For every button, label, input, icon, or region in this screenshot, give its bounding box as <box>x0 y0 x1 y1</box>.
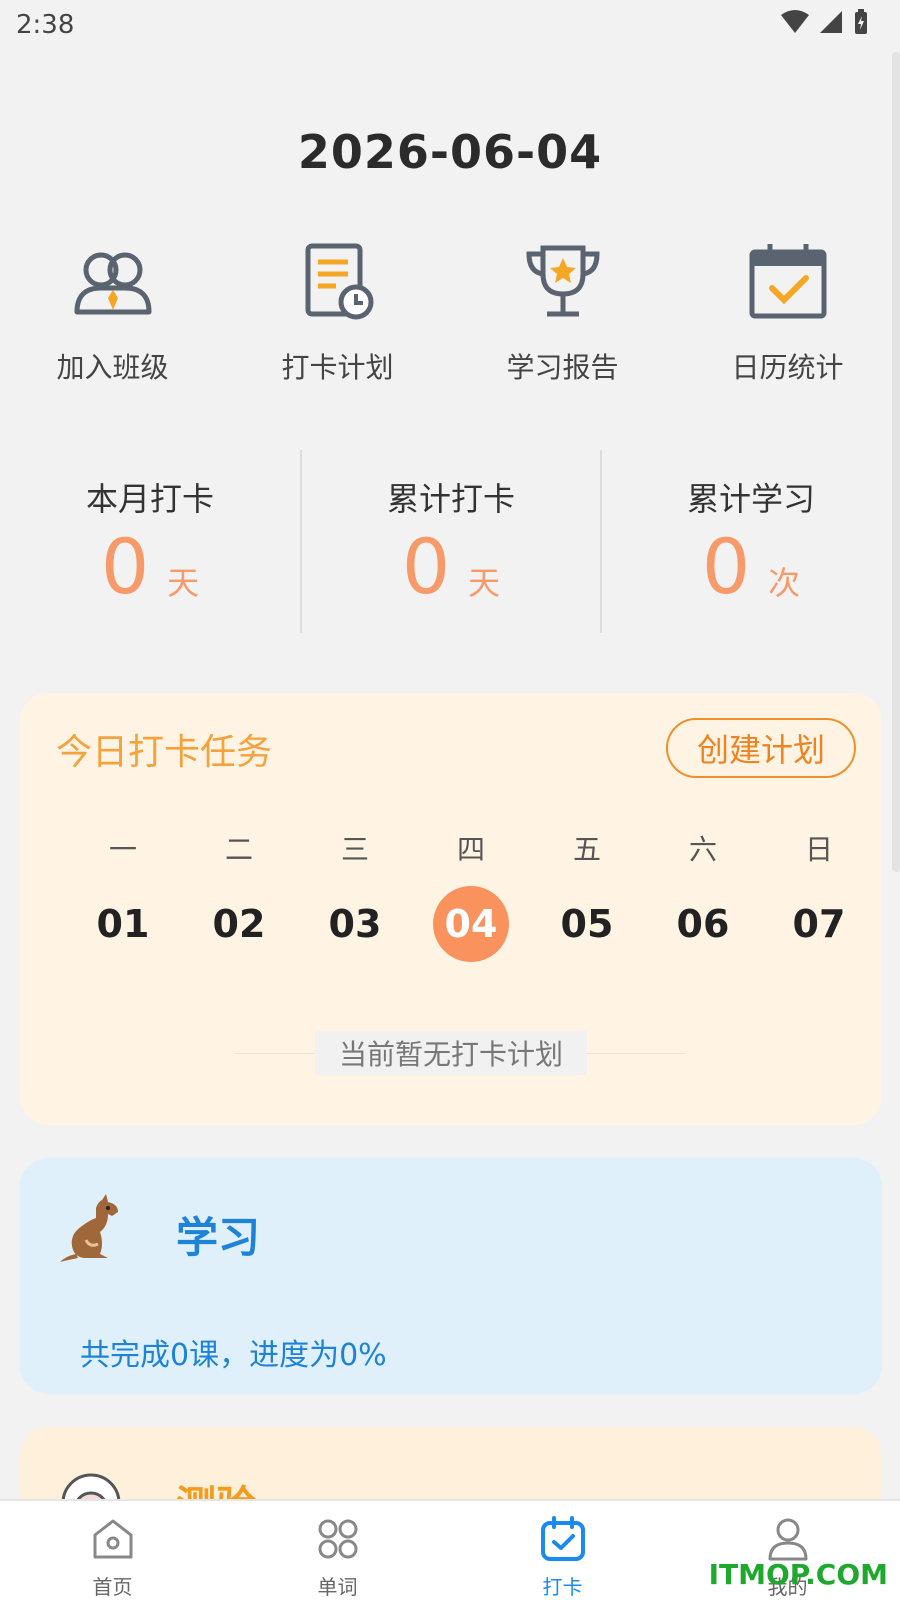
stat-title: 累计打卡 <box>386 480 515 518</box>
quick-action-label: 加入班级 <box>56 351 169 384</box>
signal-icon <box>820 11 842 33</box>
quick-action-label: 打卡计划 <box>281 351 394 384</box>
day-column-selected[interactable]: 四 04 <box>413 828 529 962</box>
wifi-icon <box>781 10 809 33</box>
stats-panel: 本月打卡 0 天 累计打卡 0 天 累计学习 0 次 <box>0 450 900 633</box>
stat-unit: 天 <box>167 564 200 602</box>
page-title-date: 2026-06-04 <box>297 125 603 179</box>
join-class-button[interactable]: 加入班级 <box>0 240 225 390</box>
day-column[interactable]: 五 05 <box>529 828 645 962</box>
trophy-star-icon <box>525 245 600 317</box>
date-number: 05 <box>560 902 614 946</box>
watermark: ITMOP.COM <box>708 1558 888 1591</box>
kangaroo-icon <box>60 1194 118 1262</box>
stat-value-row: 0 次 <box>702 522 800 612</box>
day-column[interactable]: 一 01 <box>65 828 181 962</box>
date-number: 03 <box>328 902 382 946</box>
status-icons <box>780 8 870 36</box>
study-report-button[interactable]: 学习报告 <box>450 240 675 390</box>
quick-actions: 加入班级 打卡计划 学习报告 日历统计 <box>0 240 900 390</box>
weekday-label: 日 <box>804 833 833 866</box>
day-column[interactable]: 六 06 <box>645 828 761 962</box>
study-card[interactable]: 学习 共完成0课，进度为0% <box>20 1158 882 1394</box>
battery-icon <box>855 9 867 34</box>
stat-value-row: 0 天 <box>101 522 199 612</box>
create-plan-button[interactable]: 创建计划 <box>666 718 856 778</box>
week-strip: 一 01 二 02 三 03 四 04 五 05 六 06 日 07 <box>65 828 877 962</box>
status-bar: 2:38 <box>0 0 900 52</box>
stat-total-study: 累计学习 0 次 <box>600 450 900 633</box>
checkin-calendar-icon <box>540 1516 585 1561</box>
stat-value: 0 <box>401 522 451 611</box>
nav-label: 首页 <box>92 1575 133 1599</box>
stat-unit: 天 <box>468 564 501 602</box>
stat-title: 本月打卡 <box>85 480 214 518</box>
nav-checkin[interactable]: 打卡 <box>450 1501 675 1600</box>
date-number-selected: 04 <box>433 886 509 962</box>
nav-words[interactable]: 单词 <box>225 1501 450 1600</box>
nav-label: 单词 <box>317 1575 358 1599</box>
study-progress-text: 共完成0课，进度为0% <box>80 1338 387 1373</box>
stat-month-checkin: 本月打卡 0 天 <box>0 450 300 633</box>
date-number: 07 <box>792 902 846 946</box>
today-task-card: 今日打卡任务 创建计划 一 01 二 02 三 03 四 04 五 05 六 0… <box>20 693 882 1125</box>
weekday-label: 六 <box>688 833 717 866</box>
plan-clock-icon <box>305 243 373 320</box>
date-number: 06 <box>676 902 730 946</box>
day-column[interactable]: 二 02 <box>181 828 297 962</box>
quick-action-label: 学习报告 <box>506 351 619 384</box>
quick-action-label: 日历统计 <box>731 351 844 384</box>
nav-home[interactable]: 首页 <box>0 1501 225 1600</box>
calendar-stats-button[interactable]: 日历统计 <box>675 240 900 390</box>
nav-label: 打卡 <box>542 1575 583 1599</box>
empty-plan-text: 当前暂无打卡计划 <box>315 1031 587 1075</box>
stat-total-checkin: 累计打卡 0 天 <box>300 450 600 633</box>
grid-icon <box>318 1519 357 1559</box>
weekday-label: 一 <box>108 833 137 866</box>
weekday-label: 五 <box>572 833 601 866</box>
day-column[interactable]: 三 03 <box>297 828 413 962</box>
calendar-check-icon <box>749 244 826 319</box>
weekday-label: 二 <box>224 833 253 866</box>
stat-value: 0 <box>100 522 150 611</box>
checkin-plan-button[interactable]: 打卡计划 <box>225 240 450 390</box>
status-time: 2:38 <box>16 10 75 40</box>
stat-value: 0 <box>701 522 751 611</box>
weekday-label: 三 <box>340 833 369 866</box>
people-icon <box>74 252 151 315</box>
date-number: 01 <box>96 902 150 946</box>
stat-value-row: 0 天 <box>402 522 500 612</box>
date-number: 02 <box>212 902 266 946</box>
home-icon <box>93 1519 132 1559</box>
stat-title: 累计学习 <box>686 480 815 518</box>
task-card-title: 今日打卡任务 <box>56 732 273 773</box>
study-card-title: 学习 <box>176 1213 261 1262</box>
stat-unit: 次 <box>768 564 801 602</box>
weekday-label: 四 <box>456 833 485 866</box>
day-column[interactable]: 日 07 <box>761 828 877 962</box>
